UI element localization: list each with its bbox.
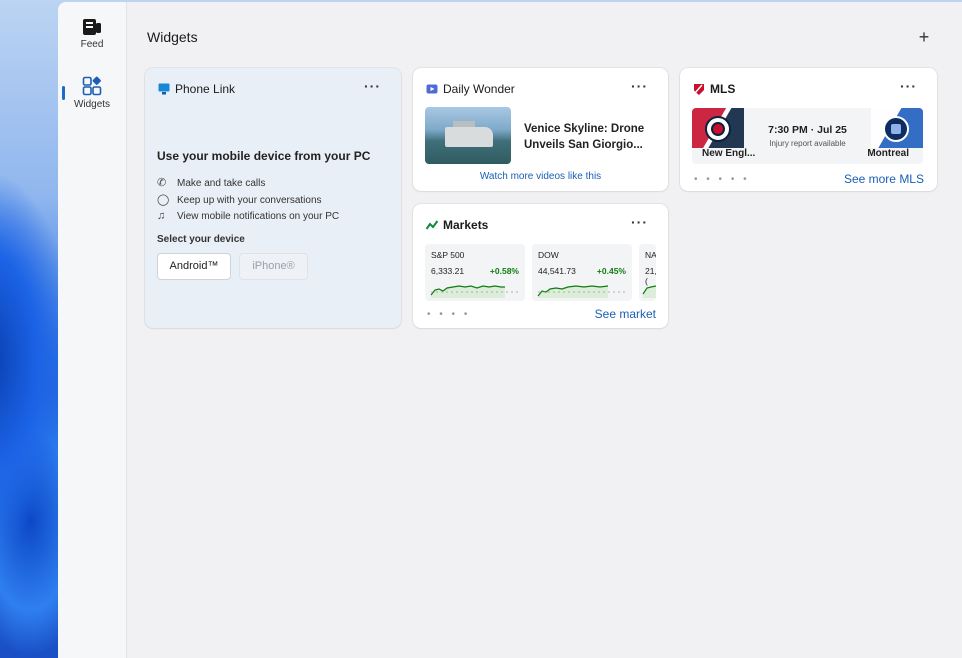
sparkline-chart	[642, 285, 656, 298]
index-name: NA	[645, 250, 656, 260]
widgets-panel: Feed Widgets Widgets + Phone Link ··· Us…	[58, 2, 962, 658]
feature-item: ◯ Keep up with your conversations	[157, 194, 322, 206]
card-title: Markets	[443, 218, 489, 232]
card-title: Daily Wonder	[443, 82, 515, 96]
market-tile-sp500[interactable]: S&P 500 6,333.21 +0.58%	[425, 244, 525, 301]
mls-card: MLS ··· 7:30 PM · Jul 25 Injury report a…	[680, 68, 937, 191]
more-options-button[interactable]: ···	[631, 78, 648, 94]
page-title: Widgets	[147, 29, 198, 45]
card-title: MLS	[710, 82, 736, 96]
feature-item: ✆ Make and take calls	[157, 177, 266, 189]
rail-item-feed[interactable]: Feed	[58, 18, 126, 50]
widgets-icon	[82, 76, 102, 96]
pager-dots[interactable]: • • • • •	[694, 174, 750, 185]
match-time: 7:30 PM · Jul 25	[768, 124, 847, 136]
sparkline-chart	[430, 285, 521, 298]
pager-dots[interactable]: • • • •	[427, 309, 470, 320]
rail-feed-label: Feed	[80, 39, 104, 50]
home-team-name: New Engl...	[702, 148, 756, 159]
market-tile-dow[interactable]: DOW 44,541.73 +0.45%	[532, 244, 632, 301]
feed-icon	[83, 19, 101, 35]
select-device-label: Select your device	[157, 234, 245, 245]
markets-card: Markets ··· S&P 500 6,333.21 +0.58% DOW …	[413, 204, 668, 328]
phone-link-icon	[158, 83, 170, 95]
markets-trend-icon	[426, 220, 438, 230]
match-tile[interactable]: 7:30 PM · Jul 25 Injury report available…	[692, 108, 923, 164]
android-button[interactable]: Android™	[157, 253, 231, 280]
bell-icon: ♫	[157, 210, 166, 222]
video-thumbnail[interactable]	[425, 107, 511, 164]
see-market-link[interactable]: See market	[595, 307, 656, 321]
more-options-button[interactable]: ···	[631, 214, 648, 230]
add-widget-button[interactable]: +	[914, 28, 934, 48]
index-name: DOW	[538, 250, 559, 260]
video-icon	[426, 84, 438, 94]
nav-rail: Feed Widgets	[58, 2, 127, 658]
widgets-board: Widgets + Phone Link ··· Use your mobile…	[126, 2, 962, 658]
watch-more-link[interactable]: Watch more videos like this	[413, 171, 668, 182]
match-note: Injury report available	[769, 139, 846, 148]
daily-wonder-card: Daily Wonder ··· Venice Skyline: Drone U…	[413, 68, 668, 191]
phone-link-headline: Use your mobile device from your PC	[157, 149, 371, 163]
card-title: Phone Link	[175, 82, 236, 96]
chat-icon: ◯	[157, 194, 170, 206]
feature-item: ♫ View mobile notifications on your PC	[157, 210, 340, 222]
phone-link-card: Phone Link ··· Use your mobile device fr…	[145, 68, 401, 328]
video-title[interactable]: Venice Skyline: Drone Unveils San Giorgi…	[524, 121, 654, 153]
more-options-button[interactable]: ···	[900, 78, 917, 94]
rail-widgets-label: Widgets	[73, 99, 111, 110]
market-tile-nasdaq[interactable]: NA 21,(	[639, 244, 656, 301]
see-more-mls-link[interactable]: See more MLS	[844, 172, 924, 186]
phone-icon: ✆	[157, 177, 167, 189]
rail-item-widgets[interactable]: Widgets	[58, 76, 126, 110]
away-team-name: Montreal	[867, 148, 909, 159]
mls-logo-icon	[694, 84, 704, 95]
index-name: S&P 500	[431, 250, 465, 260]
more-options-button[interactable]: ···	[364, 78, 381, 94]
iphone-button[interactable]: iPhone®	[239, 253, 308, 280]
sparkline-chart	[537, 285, 628, 298]
